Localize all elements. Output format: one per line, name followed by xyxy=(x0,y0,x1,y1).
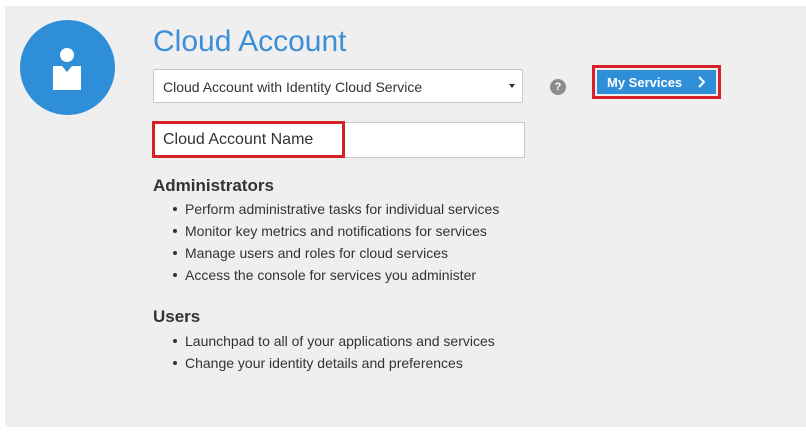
list-item: Manage users and roles for cloud service… xyxy=(153,242,499,264)
list-item: Monitor key metrics and notifications fo… xyxy=(153,220,499,242)
list-item: Launchpad to all of your applications an… xyxy=(153,330,495,352)
list-item: Perform administrative tasks for individ… xyxy=(153,198,499,220)
help-icon[interactable]: ? xyxy=(550,79,566,95)
account-type-selected-value: Cloud Account with Identity Cloud Servic… xyxy=(163,79,423,95)
list-item: Access the console for services you admi… xyxy=(153,264,499,286)
users-heading: Users xyxy=(153,307,201,326)
chevron-right-icon xyxy=(698,76,705,88)
chevron-down-icon xyxy=(509,84,515,88)
my-services-button[interactable]: My Services xyxy=(597,70,716,94)
administrators-heading: Administrators xyxy=(153,176,274,195)
account-type-select[interactable]: Cloud Account with Identity Cloud Servic… xyxy=(153,69,523,103)
administrators-list: Perform administrative tasks for individ… xyxy=(153,198,499,286)
user-account-icon xyxy=(20,20,115,115)
list-item: Change your identity details and prefere… xyxy=(153,352,495,374)
my-services-button-label: My Services xyxy=(607,75,683,90)
account-name-input[interactable] xyxy=(153,122,525,158)
users-list: Launchpad to all of your applications an… xyxy=(153,330,495,374)
page-title: Cloud Account xyxy=(153,25,347,58)
